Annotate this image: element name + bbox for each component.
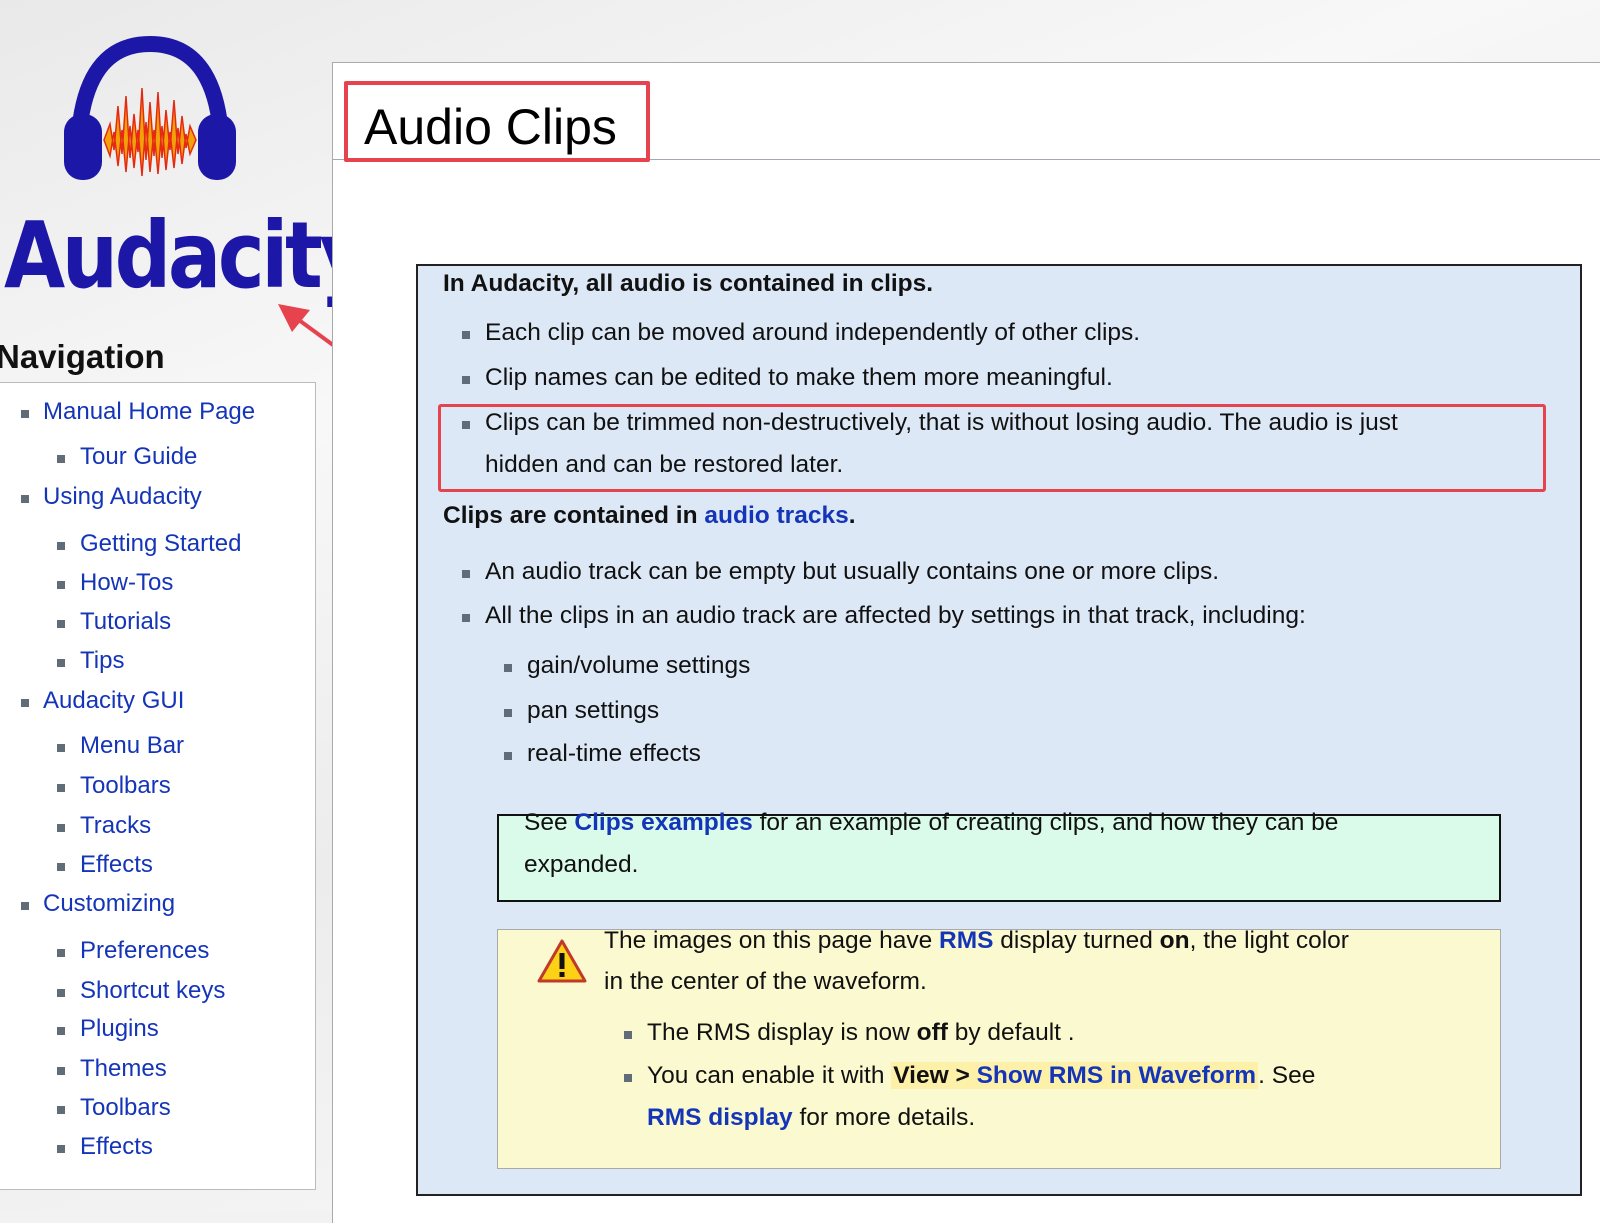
bullet-icon — [57, 659, 65, 667]
nav-link-customizing[interactable]: Customizing — [43, 890, 175, 918]
show-rms-link[interactable]: Show RMS in Waveform — [977, 1062, 1257, 1089]
trim-highlight-box — [438, 404, 1546, 492]
nav-link-themes[interactable]: Themes — [80, 1055, 167, 1083]
bullet-icon — [57, 1067, 65, 1075]
list-item: All the clips in an audio track are affe… — [485, 602, 1306, 629]
nav-link-effects[interactable]: Effects — [80, 851, 153, 879]
nav-link-preferences[interactable]: Preferences — [80, 937, 209, 965]
bullet-icon — [504, 752, 512, 760]
view-menu-path: View > — [893, 1062, 977, 1089]
bullet-icon — [21, 699, 29, 707]
bullet-icon — [57, 581, 65, 589]
nav-link-tips[interactable]: Tips — [80, 647, 124, 675]
list-item: An audio track can be empty but usually … — [485, 558, 1220, 585]
warning-item: The RMS display is now off by default . — [647, 1019, 1075, 1046]
logo-wordmark: Audacity® — [4, 202, 388, 309]
nav-link-effects[interactable]: Effects — [80, 1133, 153, 1161]
bullet-icon — [504, 709, 512, 717]
bullet-icon — [21, 495, 29, 503]
clips-examples-link[interactable]: Clips examples — [574, 809, 752, 836]
warning-icon — [537, 939, 587, 983]
bullet-icon — [462, 614, 470, 622]
warning-item-continued: RMS display for more details. — [647, 1104, 976, 1131]
warning-text: The images on this page have RMS display… — [604, 927, 1349, 954]
intro-heading: In Audacity, all audio is contained in c… — [443, 270, 934, 297]
see-examples-text: See Clips examples for an example of cre… — [524, 809, 1339, 836]
warning-item: You can enable it with View > Show RMS i… — [647, 1062, 1316, 1089]
bullet-icon — [504, 664, 512, 672]
bullet-icon — [57, 824, 65, 832]
bullet-icon — [21, 902, 29, 910]
nav-link-getting-started[interactable]: Getting Started — [80, 530, 241, 558]
nav-link-tracks[interactable]: Tracks — [80, 812, 151, 840]
settings-item: real-time effects — [527, 740, 701, 767]
nav-link-toolbars[interactable]: Toolbars — [80, 772, 171, 800]
bullet-icon — [57, 542, 65, 550]
rms-warning-box — [497, 929, 1501, 1169]
warning-text-continued: in the center of the waveform. — [604, 968, 927, 995]
list-item: Each clip can be moved around independen… — [485, 319, 1141, 346]
bullet-icon — [462, 376, 470, 384]
nav-link-how-tos[interactable]: How-Tos — [80, 569, 173, 597]
bullet-icon — [462, 570, 470, 578]
bullet-icon — [57, 949, 65, 957]
bullet-icon — [57, 744, 65, 752]
title-highlight-box — [344, 81, 650, 162]
nav-link-tutorials[interactable]: Tutorials — [80, 608, 171, 636]
bullet-icon — [57, 784, 65, 792]
audio-tracks-link[interactable]: audio tracks — [704, 502, 848, 529]
nav-link-shortcut-keys[interactable]: Shortcut keys — [80, 977, 225, 1005]
nav-link-audacity-gui[interactable]: Audacity GUI — [43, 687, 184, 715]
bullet-icon — [21, 410, 29, 418]
nav-link-menu-bar[interactable]: Menu Bar — [80, 732, 184, 760]
bullet-icon — [57, 1027, 65, 1035]
rms-link[interactable]: RMS — [939, 927, 993, 954]
bullet-icon — [624, 1074, 632, 1082]
bullet-icon — [57, 1145, 65, 1153]
headphones-logo-icon — [64, 35, 236, 180]
tracks-heading: Clips are contained in audio tracks. — [443, 502, 856, 529]
list-item: Clip names can be edited to make them mo… — [485, 364, 1113, 391]
bullet-icon — [462, 331, 470, 339]
nav-link-tour-guide[interactable]: Tour Guide — [80, 443, 197, 471]
settings-item: pan settings — [527, 697, 660, 724]
see-examples-text-continued: expanded. — [524, 851, 639, 878]
settings-item: gain/volume settings — [527, 652, 751, 679]
audacity-logo[interactable]: Audacity® — [0, 30, 388, 310]
nav-link-manual-home-page[interactable]: Manual Home Page — [43, 398, 255, 426]
bullet-icon — [57, 1106, 65, 1114]
bullet-icon — [57, 863, 65, 871]
navigation-heading: Navigation — [0, 338, 165, 375]
nav-link-using-audacity[interactable]: Using Audacity — [43, 483, 202, 511]
nav-link-plugins[interactable]: Plugins — [80, 1015, 159, 1043]
bullet-icon — [57, 455, 65, 463]
rms-display-link[interactable]: RMS display — [647, 1104, 793, 1131]
bullet-icon — [57, 989, 65, 997]
bullet-icon — [624, 1031, 632, 1039]
bullet-icon — [57, 620, 65, 628]
nav-link-toolbars[interactable]: Toolbars — [80, 1094, 171, 1122]
